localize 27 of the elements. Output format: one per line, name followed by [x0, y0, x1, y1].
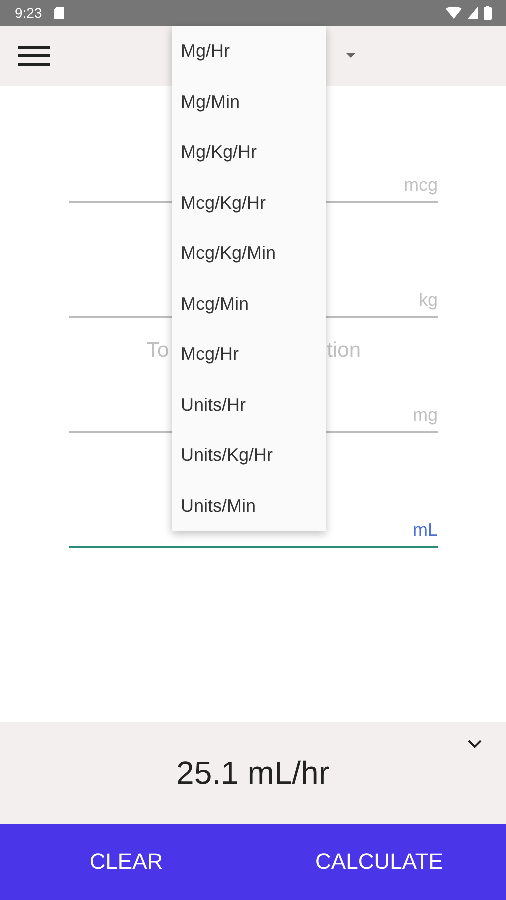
unit-label: mL	[412, 520, 438, 541]
unit-label: mcg	[404, 175, 438, 196]
section-heading: To	[147, 339, 170, 363]
wifi-icon	[446, 7, 462, 19]
status-time: 9:23	[15, 5, 42, 21]
result-value: 25.1 mL/hr	[176, 754, 330, 792]
unit-label: kg	[418, 290, 438, 311]
menu-item[interactable]: Units/Kg/Hr	[172, 430, 326, 480]
menu-item[interactable]: Mcg/Min	[172, 278, 326, 329]
section-heading: tion	[327, 339, 361, 363]
menu-item[interactable]: Mcg/Kg/Hr	[172, 178, 326, 228]
menu-icon[interactable]	[18, 45, 50, 67]
menu-item[interactable]: Units/Min	[172, 480, 326, 531]
dropdown-caret-icon[interactable]	[346, 53, 356, 58]
menu-item[interactable]: Mg/Hr	[172, 26, 326, 76]
action-button[interactable]: CALCULATE	[253, 824, 506, 900]
menu-item[interactable]: Mg/Kg/Hr	[172, 127, 326, 178]
chevron-down-icon[interactable]	[468, 740, 482, 749]
unit-label: mg	[412, 405, 438, 426]
signal-icon	[468, 7, 478, 19]
menu-item[interactable]: Units/Hr	[172, 380, 326, 430]
menu-item[interactable]: Mcg/Hr	[172, 329, 326, 380]
menu-item[interactable]: Mg/Min	[172, 76, 326, 127]
sd-card-icon	[54, 7, 64, 19]
menu-item[interactable]: Mcg/Kg/Min	[172, 228, 326, 278]
battery-icon	[484, 6, 492, 20]
action-button[interactable]: CLEAR	[0, 824, 253, 900]
